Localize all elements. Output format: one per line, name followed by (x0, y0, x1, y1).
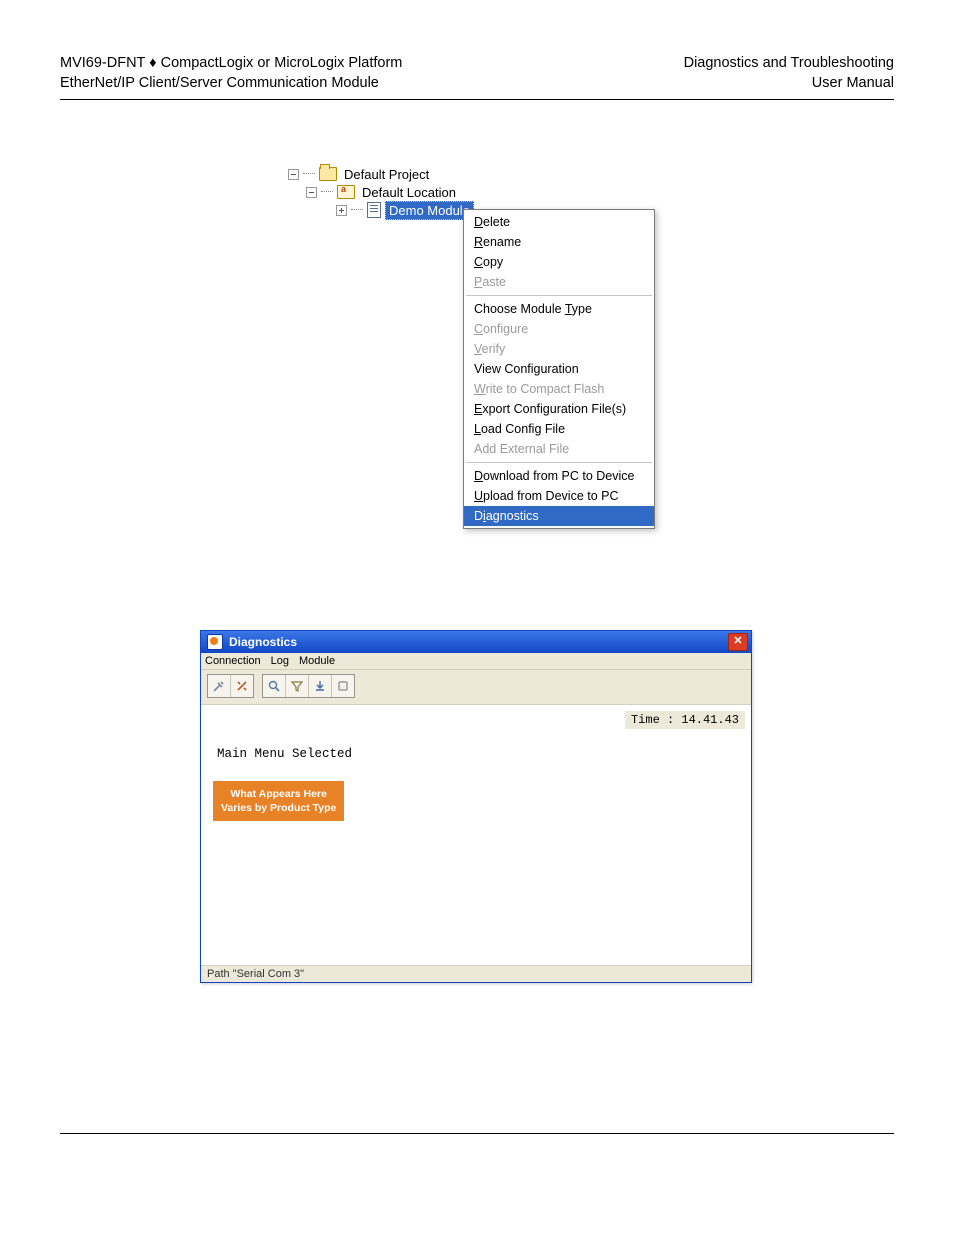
hdr-left-prefix: MVI69-DFNT (60, 55, 149, 71)
footer-rule (60, 1133, 894, 1134)
ctx-copy[interactable]: Copy (464, 252, 654, 272)
ctx-separator (466, 295, 652, 296)
menu-module[interactable]: Module (299, 655, 335, 667)
folder-icon (319, 167, 337, 181)
header-rule (60, 99, 894, 100)
hdr-right-line2: User Manual (684, 74, 894, 94)
ctx-add-external-file: Add External File (464, 439, 654, 459)
menu-connection[interactable]: Connection (205, 655, 261, 667)
page-header: MVI69-DFNT ♦ CompactLogix or MicroLogix … (60, 54, 894, 93)
ctx-delete[interactable]: Delete (464, 212, 654, 232)
ctx-load-config-file[interactable]: Load Config File (464, 419, 654, 439)
connect-icon[interactable] (208, 675, 231, 697)
ctx-diagnostics[interactable]: Diagnostics (464, 506, 654, 526)
close-icon[interactable]: ✕ (728, 633, 748, 651)
ctx-choose-module-type[interactable]: Choose Module Type (464, 299, 654, 319)
clear-icon[interactable] (332, 675, 354, 697)
location-icon (337, 185, 355, 199)
filter-icon[interactable] (286, 675, 309, 697)
diagnostics-window: Diagnostics ✕ Connection Log Module (200, 630, 752, 983)
tree-module-label: Demo Module (385, 201, 474, 220)
hdr-left-line2: EtherNet/IP Client/Server Communication … (60, 74, 402, 94)
collapse-icon[interactable] (306, 187, 317, 198)
collapse-icon[interactable] (288, 169, 299, 180)
terminal-area: Time : 14.41.43 Main Menu Selected What … (201, 705, 751, 965)
app-icon (207, 634, 223, 650)
tree-location-row[interactable]: Default Location (288, 183, 474, 201)
callout-line1: What Appears Here (221, 787, 336, 801)
module-icon (367, 202, 381, 218)
title-bar[interactable]: Diagnostics ✕ (201, 631, 751, 653)
disconnect-icon[interactable] (231, 675, 253, 697)
product-type-callout: What Appears Here Varies by Product Type (213, 781, 344, 821)
project-tree[interactable]: Default Project Default Location Demo Mo… (288, 165, 474, 219)
toolbar-group-connection (207, 674, 254, 698)
tree-root-label: Default Project (341, 166, 432, 183)
menu-log[interactable]: Log (271, 655, 289, 667)
ctx-export-configuration-file-s[interactable]: Export Configuration File(s) (464, 399, 654, 419)
ctx-paste: Paste (464, 272, 654, 292)
expand-icon[interactable] (336, 205, 347, 216)
ctx-write-to-compact-flash: Write to Compact Flash (464, 379, 654, 399)
tree-location-label: Default Location (359, 184, 459, 201)
window-title: Diagnostics (229, 635, 722, 649)
ctx-rename[interactable]: Rename (464, 232, 654, 252)
tree-connector (303, 173, 315, 175)
menu-bar[interactable]: Connection Log Module (201, 653, 751, 670)
ctx-separator (466, 462, 652, 463)
toolbar[interactable] (201, 670, 751, 705)
tree-connector (351, 209, 363, 211)
download-icon[interactable] (309, 675, 332, 697)
ctx-upload-from-device-to-pc[interactable]: Upload from Device to PC (464, 486, 654, 506)
magnify-icon[interactable] (263, 675, 286, 697)
tree-root-row[interactable]: Default Project (288, 165, 474, 183)
tree-module-row[interactable]: Demo Module (288, 201, 474, 219)
status-bar: Path "Serial Com 3" (201, 965, 751, 982)
ctx-view-configuration[interactable]: View Configuration (464, 359, 654, 379)
callout-line2: Varies by Product Type (221, 801, 336, 815)
ctx-download-from-pc-to-device[interactable]: Download from PC to Device (464, 466, 654, 486)
project-tree-figure: Default Project Default Location Demo Mo… (280, 160, 800, 560)
terminal-text: Main Menu Selected (217, 747, 352, 761)
context-menu[interactable]: DeleteRenameCopyPaste Choose Module TypeC… (463, 209, 655, 529)
hdr-right-line1: Diagnostics and Troubleshooting (684, 54, 894, 74)
toolbar-group-tools (262, 674, 355, 698)
tree-connector (321, 191, 333, 193)
hdr-sep: ♦ (149, 55, 156, 71)
ctx-configure: Configure (464, 319, 654, 339)
hdr-left-suffix: CompactLogix or MicroLogix Platform (157, 55, 403, 71)
ctx-verify: Verify (464, 339, 654, 359)
time-label: Time : 14.41.43 (625, 711, 745, 729)
